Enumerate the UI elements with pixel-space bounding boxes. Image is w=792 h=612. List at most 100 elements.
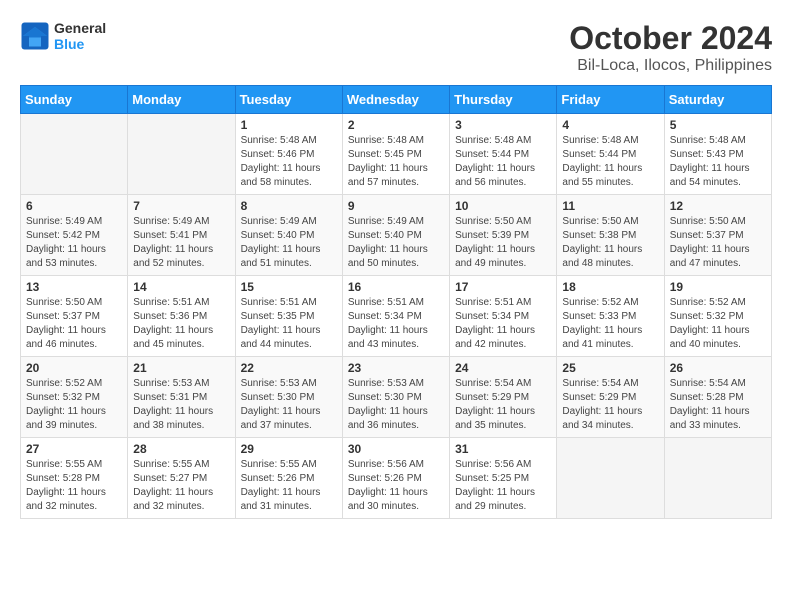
- calendar-header-row: SundayMondayTuesdayWednesdayThursdayFrid…: [21, 86, 772, 114]
- calendar-day-cell: [128, 114, 235, 195]
- calendar-day-cell: 22Sunrise: 5:53 AM Sunset: 5:30 PM Dayli…: [235, 357, 342, 438]
- day-number: 6: [26, 199, 122, 213]
- calendar-day-cell: 21Sunrise: 5:53 AM Sunset: 5:31 PM Dayli…: [128, 357, 235, 438]
- day-info: Sunrise: 5:48 AM Sunset: 5:44 PM Dayligh…: [455, 134, 551, 190]
- weekday-header: Wednesday: [342, 86, 449, 114]
- calendar-day-cell: 12Sunrise: 5:50 AM Sunset: 5:37 PM Dayli…: [664, 195, 771, 276]
- calendar-day-cell: 16Sunrise: 5:51 AM Sunset: 5:34 PM Dayli…: [342, 276, 449, 357]
- day-info: Sunrise: 5:51 AM Sunset: 5:36 PM Dayligh…: [133, 296, 229, 352]
- calendar-day-cell: 17 Sunrise: 5:51 AM Sunset: 5:34 PM Dayli…: [450, 276, 557, 357]
- day-number: 14: [133, 280, 229, 294]
- day-info: Sunrise: 5:53 AM Sunset: 5:31 PM Dayligh…: [133, 377, 229, 433]
- calendar-day-cell: 28 Sunrise: 5:55 AM Sunset: 5:27 PM Dayli…: [128, 438, 235, 519]
- calendar-day-cell: 4 Sunrise: 5:48 AM Sunset: 5:44 PM Daylig…: [557, 114, 664, 195]
- weekday-header: Friday: [557, 86, 664, 114]
- day-number: 7: [133, 199, 229, 213]
- calendar-day-cell: 24 Sunrise: 5:54 AM Sunset: 5:29 PM Dayli…: [450, 357, 557, 438]
- calendar-week-row: 20Sunrise: 5:52 AM Sunset: 5:32 PM Dayli…: [21, 357, 772, 438]
- calendar-day-cell: 8Sunrise: 5:49 AM Sunset: 5:40 PM Daylig…: [235, 195, 342, 276]
- day-info: Sunrise: 5:54 AM Sunset: 5:29 PM Dayligh…: [562, 377, 658, 433]
- calendar-day-cell: 7 Sunrise: 5:49 AM Sunset: 5:41 PM Daylig…: [128, 195, 235, 276]
- calendar-day-cell: 23 Sunrise: 5:53 AM Sunset: 5:30 PM Dayli…: [342, 357, 449, 438]
- calendar-day-cell: 2 Sunrise: 5:48 AM Sunset: 5:45 PM Daylig…: [342, 114, 449, 195]
- weekday-header: Monday: [128, 86, 235, 114]
- calendar-day-cell: 5Sunrise: 5:48 AM Sunset: 5:43 PM Daylig…: [664, 114, 771, 195]
- calendar-day-cell: 20Sunrise: 5:52 AM Sunset: 5:32 PM Dayli…: [21, 357, 128, 438]
- day-number: 19: [670, 280, 766, 294]
- day-number: 9: [348, 199, 444, 213]
- logo: General Blue: [20, 20, 106, 52]
- day-info: Sunrise: 5:54 AM Sunset: 5:28 PM Dayligh…: [670, 377, 766, 433]
- day-number: 28: [133, 442, 229, 456]
- day-info: Sunrise: 5:49 AM Sunset: 5:40 PM Dayligh…: [241, 215, 337, 271]
- calendar-day-cell: 19 Sunrise: 5:52 AM Sunset: 5:32 PM Dayli…: [664, 276, 771, 357]
- day-number: 3: [455, 118, 551, 132]
- day-info: Sunrise: 5:48 AM Sunset: 5:44 PM Dayligh…: [562, 134, 658, 190]
- calendar-day-cell: 31 Sunrise: 5:56 AM Sunset: 5:25 PM Dayli…: [450, 438, 557, 519]
- day-info: Sunrise: 5:50 AM Sunset: 5:38 PM Dayligh…: [562, 215, 658, 271]
- day-info: Sunrise: 5:54 AM Sunset: 5:29 PM Dayligh…: [455, 377, 551, 433]
- day-info: Sunrise: 5:48 AM Sunset: 5:43 PM Dayligh…: [670, 134, 766, 190]
- calendar-week-row: 27Sunrise: 5:55 AM Sunset: 5:28 PM Dayli…: [21, 438, 772, 519]
- day-info: Sunrise: 5:56 AM Sunset: 5:25 PM Dayligh…: [455, 458, 551, 514]
- day-number: 11: [562, 199, 658, 213]
- day-info: Sunrise: 5:51 AM Sunset: 5:35 PM Dayligh…: [241, 296, 337, 352]
- weekday-header: Thursday: [450, 86, 557, 114]
- logo-text: General Blue: [54, 20, 106, 52]
- day-number: 22: [241, 361, 337, 375]
- day-number: 2: [348, 118, 444, 132]
- day-number: 25: [562, 361, 658, 375]
- day-number: 16: [348, 280, 444, 294]
- day-info: Sunrise: 5:52 AM Sunset: 5:33 PM Dayligh…: [562, 296, 658, 352]
- calendar-day-cell: 1 Sunrise: 5:48 AM Sunset: 5:46 PM Daylig…: [235, 114, 342, 195]
- day-number: 4: [562, 118, 658, 132]
- day-info: Sunrise: 5:53 AM Sunset: 5:30 PM Dayligh…: [348, 377, 444, 433]
- day-info: Sunrise: 5:48 AM Sunset: 5:45 PM Dayligh…: [348, 134, 444, 190]
- day-number: 23: [348, 361, 444, 375]
- calendar-week-row: 1 Sunrise: 5:48 AM Sunset: 5:46 PM Daylig…: [21, 114, 772, 195]
- day-number: 10: [455, 199, 551, 213]
- day-number: 26: [670, 361, 766, 375]
- day-info: Sunrise: 5:49 AM Sunset: 5:42 PM Dayligh…: [26, 215, 122, 271]
- day-number: 12: [670, 199, 766, 213]
- day-number: 15: [241, 280, 337, 294]
- calendar-day-cell: 26 Sunrise: 5:54 AM Sunset: 5:28 PM Dayli…: [664, 357, 771, 438]
- day-info: Sunrise: 5:50 AM Sunset: 5:37 PM Dayligh…: [26, 296, 122, 352]
- calendar-day-cell: 27Sunrise: 5:55 AM Sunset: 5:28 PM Dayli…: [21, 438, 128, 519]
- calendar-day-cell: [21, 114, 128, 195]
- day-info: Sunrise: 5:52 AM Sunset: 5:32 PM Dayligh…: [670, 296, 766, 352]
- day-number: 13: [26, 280, 122, 294]
- day-number: 24: [455, 361, 551, 375]
- logo-icon: [20, 21, 50, 51]
- day-number: 18: [562, 280, 658, 294]
- calendar-day-cell: 29Sunrise: 5:55 AM Sunset: 5:26 PM Dayli…: [235, 438, 342, 519]
- day-number: 27: [26, 442, 122, 456]
- calendar-day-cell: [557, 438, 664, 519]
- calendar-day-cell: [664, 438, 771, 519]
- calendar-day-cell: 14 Sunrise: 5:51 AM Sunset: 5:36 PM Dayli…: [128, 276, 235, 357]
- calendar-day-cell: 3 Sunrise: 5:48 AM Sunset: 5:44 PM Daylig…: [450, 114, 557, 195]
- calendar-title: October 2024: [569, 20, 772, 57]
- calendar-subtitle: Bil-Loca, Ilocos, Philippines: [569, 57, 772, 75]
- day-info: Sunrise: 5:52 AM Sunset: 5:32 PM Dayligh…: [26, 377, 122, 433]
- calendar-day-cell: 10Sunrise: 5:50 AM Sunset: 5:39 PM Dayli…: [450, 195, 557, 276]
- day-number: 29: [241, 442, 337, 456]
- day-info: Sunrise: 5:51 AM Sunset: 5:34 PM Dayligh…: [455, 296, 551, 352]
- day-info: Sunrise: 5:49 AM Sunset: 5:41 PM Dayligh…: [133, 215, 229, 271]
- calendar-day-cell: 13 Sunrise: 5:50 AM Sunset: 5:37 PM Dayli…: [21, 276, 128, 357]
- calendar-day-cell: 15 Sunrise: 5:51 AM Sunset: 5:35 PM Dayli…: [235, 276, 342, 357]
- calendar-day-cell: 6 Sunrise: 5:49 AM Sunset: 5:42 PM Daylig…: [21, 195, 128, 276]
- day-info: Sunrise: 5:48 AM Sunset: 5:46 PM Dayligh…: [241, 134, 337, 190]
- day-info: Sunrise: 5:49 AM Sunset: 5:40 PM Dayligh…: [348, 215, 444, 271]
- day-number: 31: [455, 442, 551, 456]
- weekday-header: Tuesday: [235, 86, 342, 114]
- day-info: Sunrise: 5:56 AM Sunset: 5:26 PM Dayligh…: [348, 458, 444, 514]
- logo-line1: General: [54, 20, 106, 36]
- calendar-day-cell: 11 Sunrise: 5:50 AM Sunset: 5:38 PM Dayli…: [557, 195, 664, 276]
- day-number: 1: [241, 118, 337, 132]
- calendar-day-cell: 30Sunrise: 5:56 AM Sunset: 5:26 PM Dayli…: [342, 438, 449, 519]
- calendar-day-cell: 9 Sunrise: 5:49 AM Sunset: 5:40 PM Daylig…: [342, 195, 449, 276]
- day-number: 17: [455, 280, 551, 294]
- calendar-week-row: 6 Sunrise: 5:49 AM Sunset: 5:42 PM Daylig…: [21, 195, 772, 276]
- day-info: Sunrise: 5:55 AM Sunset: 5:27 PM Dayligh…: [133, 458, 229, 514]
